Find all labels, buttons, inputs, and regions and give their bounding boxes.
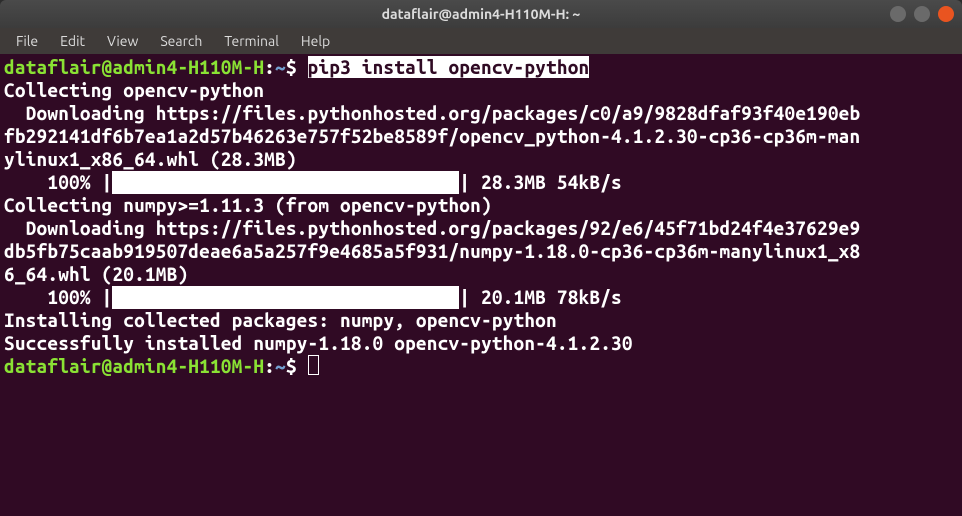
prompt-colon: : (264, 56, 275, 78)
output-line: ylinux1_x86_64.whl (28.3MB) (4, 148, 297, 170)
output-line: Downloading https://files.pythonhosted.o… (4, 217, 860, 239)
prompt-dollar: $ (286, 355, 297, 377)
prompt-user-host: dataflair@admin4-H110M-H (4, 355, 264, 377)
terminal-window: dataflair@admin4-H110M-H: ~ File Edit Vi… (0, 0, 962, 516)
output-line: Collecting numpy>=1.11.3 (from opencv-py… (4, 194, 492, 216)
output-line: 6_64.whl (20.1MB) (4, 263, 188, 285)
progress-bar (112, 286, 459, 309)
progress-prefix: 100% | (4, 171, 112, 193)
maximize-button[interactable] (914, 6, 930, 22)
progress-prefix: 100% | (4, 286, 112, 308)
menu-file[interactable]: File (6, 31, 48, 51)
output-line: Collecting opencv-python (4, 79, 264, 101)
close-button[interactable] (938, 6, 954, 22)
window-title: dataflair@admin4-H110M-H: ~ (382, 6, 581, 22)
menu-edit[interactable]: Edit (50, 31, 95, 51)
space (297, 355, 308, 377)
menu-search[interactable]: Search (150, 31, 212, 51)
progress-suffix: | 28.3MB 54kB/s (459, 171, 632, 193)
prompt-user-host: dataflair@admin4-H110M-H (4, 56, 264, 78)
menu-help[interactable]: Help (291, 31, 340, 51)
output-line: fb292141df6b7ea1a2d57b46263e757f52be8589… (4, 125, 860, 147)
minimize-button[interactable] (890, 6, 906, 22)
output-line: db5fb75caab919507deae6a5a257f9e4685a5f93… (4, 240, 860, 262)
menu-terminal[interactable]: Terminal (214, 31, 289, 51)
prompt-path: ~ (275, 355, 286, 377)
titlebar: dataflair@admin4-H110M-H: ~ (0, 0, 962, 28)
command-highlighted: pip3 install opencv-python (308, 56, 590, 78)
menubar: File Edit View Search Terminal Help (0, 28, 962, 54)
prompt-path: ~ (275, 56, 286, 78)
progress-suffix: | 20.1MB 78kB/s (459, 286, 632, 308)
space (297, 56, 308, 78)
cursor-icon (308, 355, 319, 375)
progress-bar (112, 171, 459, 194)
output-line: Successfully installed numpy-1.18.0 open… (4, 332, 633, 354)
output-line: Installing collected packages: numpy, op… (4, 309, 557, 331)
output-line: Downloading https://files.pythonhosted.o… (4, 102, 860, 124)
terminal-content[interactable]: dataflair@admin4-H110M-H:~$ pip3 install… (0, 54, 962, 516)
window-controls (890, 6, 954, 22)
menu-view[interactable]: View (97, 31, 148, 51)
prompt-colon: : (264, 355, 275, 377)
prompt-dollar: $ (286, 56, 297, 78)
